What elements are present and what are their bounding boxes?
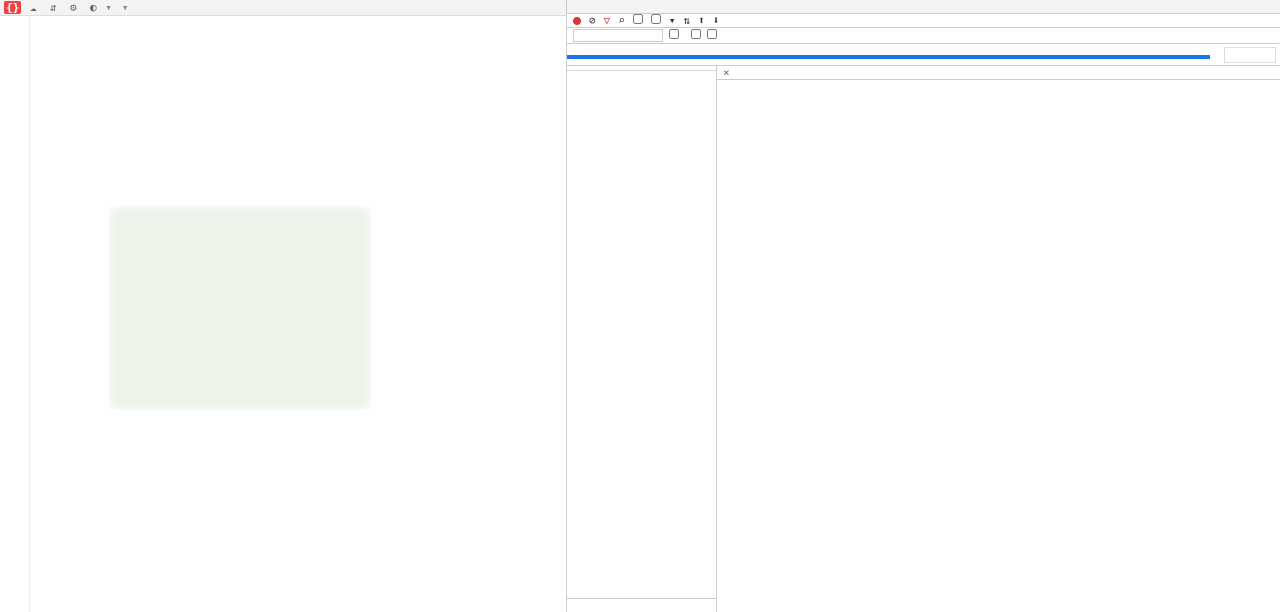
- network-filter-bar: [567, 28, 1280, 44]
- disable-cache-checkbox[interactable]: [651, 14, 661, 27]
- preserve-log-checkbox[interactable]: [633, 14, 643, 27]
- network-status-bar: [567, 598, 717, 612]
- name-column-header[interactable]: [567, 66, 716, 71]
- network-action-bar: ⊘ ▽ ⌕ ▾ ⇅ ⬆ ⬇: [567, 14, 1280, 28]
- fold-all-button[interactable]: ⇵: [47, 2, 61, 14]
- download-icon[interactable]: ⬇: [713, 14, 720, 27]
- devtools-pane: ⊘ ▽ ⌕ ▾ ⇅ ⬆ ⬇ ×: [567, 0, 1280, 612]
- code-editor[interactable]: [0, 16, 566, 612]
- close-preview-icon[interactable]: ×: [717, 66, 736, 79]
- json-editor-pane: {} ☁ ⇵ ⚙ ◐▾ ▾: [0, 0, 567, 612]
- throttling-select[interactable]: ▾: [669, 14, 676, 27]
- filter-toggle-icon[interactable]: ▽: [604, 14, 611, 27]
- palette-icon: ◐: [87, 2, 99, 14]
- json-preview-tree[interactable]: [717, 80, 1280, 612]
- clear-icon[interactable]: ⊘: [589, 14, 596, 27]
- line-gutter: [0, 16, 30, 612]
- blocked-cookies-checkbox[interactable]: [691, 29, 701, 42]
- show-source-button[interactable]: ☁: [27, 2, 41, 14]
- record-icon[interactable]: [573, 17, 581, 25]
- request-list: [567, 66, 717, 612]
- search-icon[interactable]: ⌕: [618, 14, 625, 27]
- theme-select[interactable]: ◐▾: [87, 1, 112, 14]
- hide-data-urls-checkbox[interactable]: [669, 29, 679, 42]
- json-tool-button[interactable]: ⚙: [67, 2, 81, 14]
- tool-icon: ⚙: [67, 2, 79, 14]
- upload-icon[interactable]: ⬆: [698, 14, 705, 27]
- filter-input[interactable]: [573, 29, 663, 42]
- timeline-overview: [1224, 47, 1276, 63]
- editor-toolbar: {} ☁ ⇵ ⚙ ◐▾ ▾: [0, 0, 566, 16]
- fold-icon: ⇵: [47, 2, 59, 14]
- chevron-down-icon: ▾: [122, 1, 129, 14]
- preview-pane: ×: [717, 66, 1280, 612]
- network-timeline[interactable]: [567, 44, 1280, 66]
- chevron-down-icon: ▾: [669, 14, 676, 27]
- blocked-requests-checkbox[interactable]: [707, 29, 717, 42]
- devtools-tabs: [567, 0, 1280, 14]
- wifi-icon[interactable]: ⇅: [684, 14, 691, 27]
- chevron-down-icon: ▾: [105, 1, 112, 14]
- cloud-icon: ☁: [27, 2, 39, 14]
- json-tag-icon: {}: [4, 1, 21, 14]
- preview-tabs: ×: [717, 66, 1280, 80]
- zoom-control[interactable]: ▾: [118, 1, 129, 14]
